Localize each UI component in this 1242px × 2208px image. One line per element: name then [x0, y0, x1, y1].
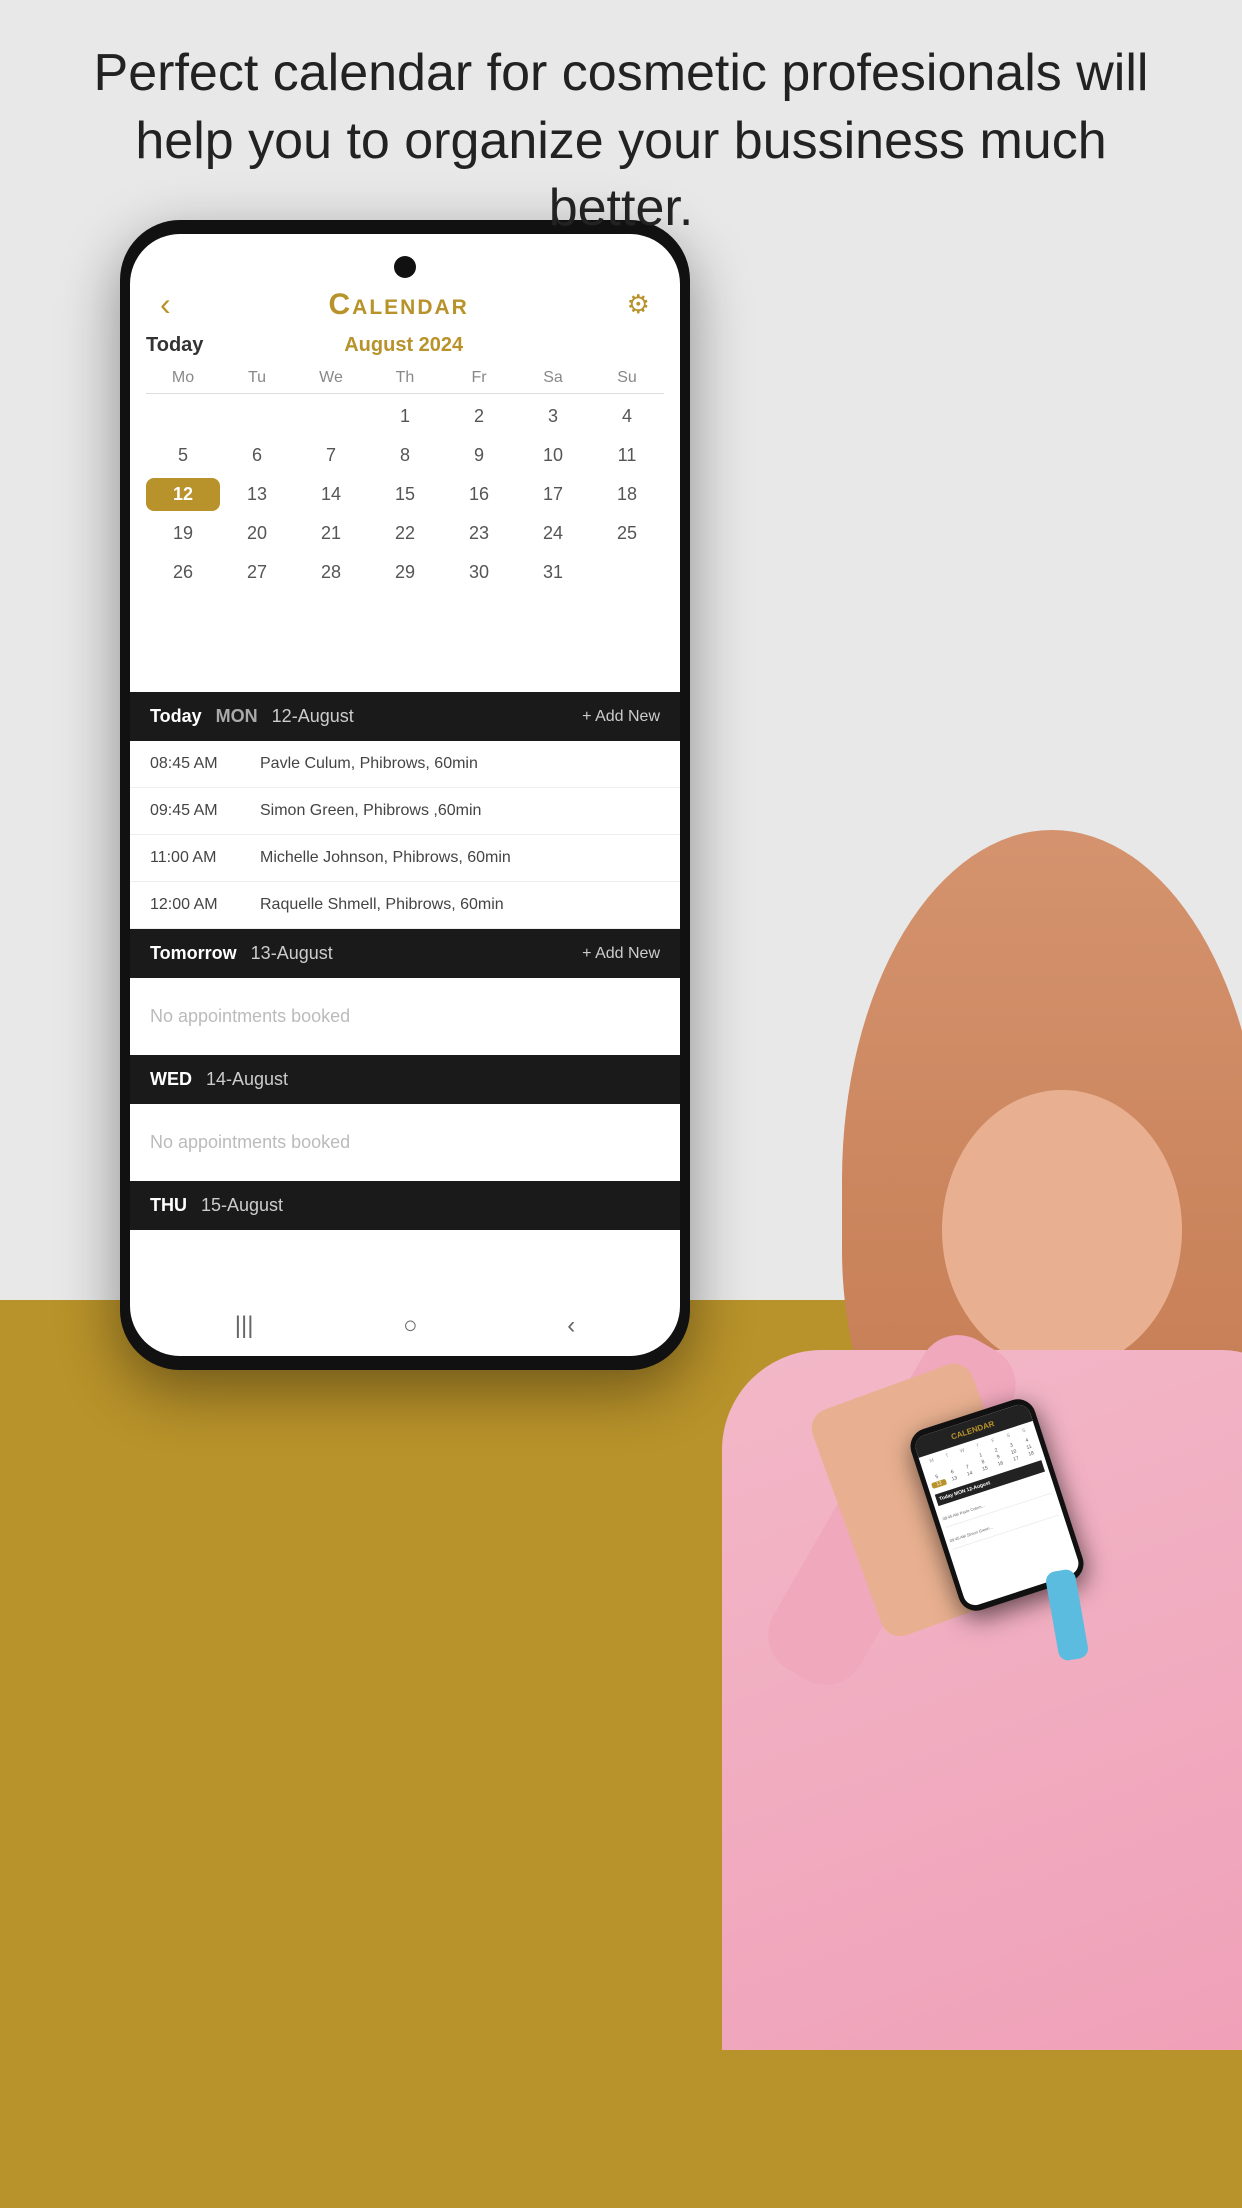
appt-detail: Michelle Johnson, Phibrows, 60min [260, 849, 511, 867]
app-header: ‹ Calendar ⚙ [130, 286, 680, 323]
appt-time: 11:00 AM [150, 849, 260, 867]
cal-day-11[interactable]: 11 [590, 439, 664, 472]
cal-day-4[interactable]: 4 [590, 400, 664, 433]
day-header-tu: Tu [220, 369, 294, 387]
day-name-thu: THU [150, 1195, 187, 1216]
day-date-today: 12-August [272, 706, 569, 727]
day-header-su: Su [590, 369, 664, 387]
cal-day-12-today[interactable]: 12 [146, 478, 220, 511]
appt-detail: Raquelle Shmell, Phibrows, 60min [260, 896, 504, 914]
cal-day-10[interactable]: 10 [516, 439, 590, 472]
cal-day-1[interactable]: 1 [368, 400, 442, 433]
day-header-fr: Fr [442, 369, 516, 387]
cal-day-2[interactable]: 2 [442, 400, 516, 433]
settings-icon[interactable]: ⚙ [627, 289, 650, 320]
cal-day-18[interactable]: 18 [590, 478, 664, 511]
calendar-grid: 1 2 3 4 5 6 7 8 9 10 11 12 13 14 15 16 1… [146, 400, 664, 589]
cal-day-30[interactable]: 30 [442, 556, 516, 589]
cal-day-19[interactable]: 19 [146, 517, 220, 550]
cal-day-23[interactable]: 23 [442, 517, 516, 550]
appt-time: 12:00 AM [150, 896, 260, 914]
cal-day-22[interactable]: 22 [368, 517, 442, 550]
day-name-tomorrow: Tomorrow [150, 943, 237, 964]
calendar-nav: Today August 2024 [146, 334, 664, 357]
cal-day-9[interactable]: 9 [442, 439, 516, 472]
cal-day-28[interactable]: 28 [294, 556, 368, 589]
cal-day-17[interactable]: 17 [516, 478, 590, 511]
home-icon[interactable]: ○ [403, 1312, 418, 1340]
cal-day-5[interactable]: 5 [146, 439, 220, 472]
cal-day-26[interactable]: 26 [146, 556, 220, 589]
calendar-section: Today August 2024 Mo Tu We Th Fr Sa Su 1… [130, 334, 680, 589]
cal-day-24[interactable]: 24 [516, 517, 590, 550]
cal-day-empty [146, 400, 220, 433]
cal-day-15[interactable]: 15 [368, 478, 442, 511]
appt-detail: Pavle Culum, Phibrows, 60min [260, 755, 478, 773]
person-image: CALENDAR M T W T F S S 1 2 [542, 700, 1242, 2050]
day-name-wed: WED [150, 1069, 192, 1090]
appt-time: 09:45 AM [150, 802, 260, 820]
cal-day-29[interactable]: 29 [368, 556, 442, 589]
cal-day-3[interactable]: 3 [516, 400, 590, 433]
appt-detail: Simon Green, Phibrows ,60min [260, 802, 481, 820]
today-button[interactable]: Today [146, 334, 203, 357]
tagline: Perfect calendar for cosmetic profesiona… [0, 40, 1242, 243]
back-button[interactable]: ‹ [160, 286, 171, 323]
day-header-mo: Mo [146, 369, 220, 387]
cal-day-21[interactable]: 21 [294, 517, 368, 550]
cal-day-13[interactable]: 13 [220, 478, 294, 511]
recent-apps-icon[interactable]: ||| [235, 1312, 254, 1340]
cal-day-20[interactable]: 20 [220, 517, 294, 550]
cal-day-16[interactable]: 16 [442, 478, 516, 511]
cal-day-27[interactable]: 27 [220, 556, 294, 589]
appt-time: 08:45 AM [150, 755, 260, 773]
month-label: August 2024 [344, 334, 463, 357]
day-date-tomorrow: 13-August [251, 943, 403, 964]
cal-day-25[interactable]: 25 [590, 517, 664, 550]
cal-day-7[interactable]: 7 [294, 439, 368, 472]
day-name-today: Today [150, 706, 202, 727]
cal-day-31[interactable]: 31 [516, 556, 590, 589]
cal-day-6[interactable]: 6 [220, 439, 294, 472]
camera-dot [394, 256, 416, 278]
cal-day-8[interactable]: 8 [368, 439, 442, 472]
app-title: Calendar [329, 288, 469, 322]
day-header-we: We [294, 369, 368, 387]
cal-day-empty [220, 400, 294, 433]
cal-day-empty [590, 556, 664, 589]
cal-day-empty [294, 400, 368, 433]
cal-day-14[interactable]: 14 [294, 478, 368, 511]
day-header-sa: Sa [516, 369, 590, 387]
day-headers: Mo Tu We Th Fr Sa Su [146, 369, 664, 394]
day-weekday-today: MON [216, 706, 258, 727]
day-header-th: Th [368, 369, 442, 387]
